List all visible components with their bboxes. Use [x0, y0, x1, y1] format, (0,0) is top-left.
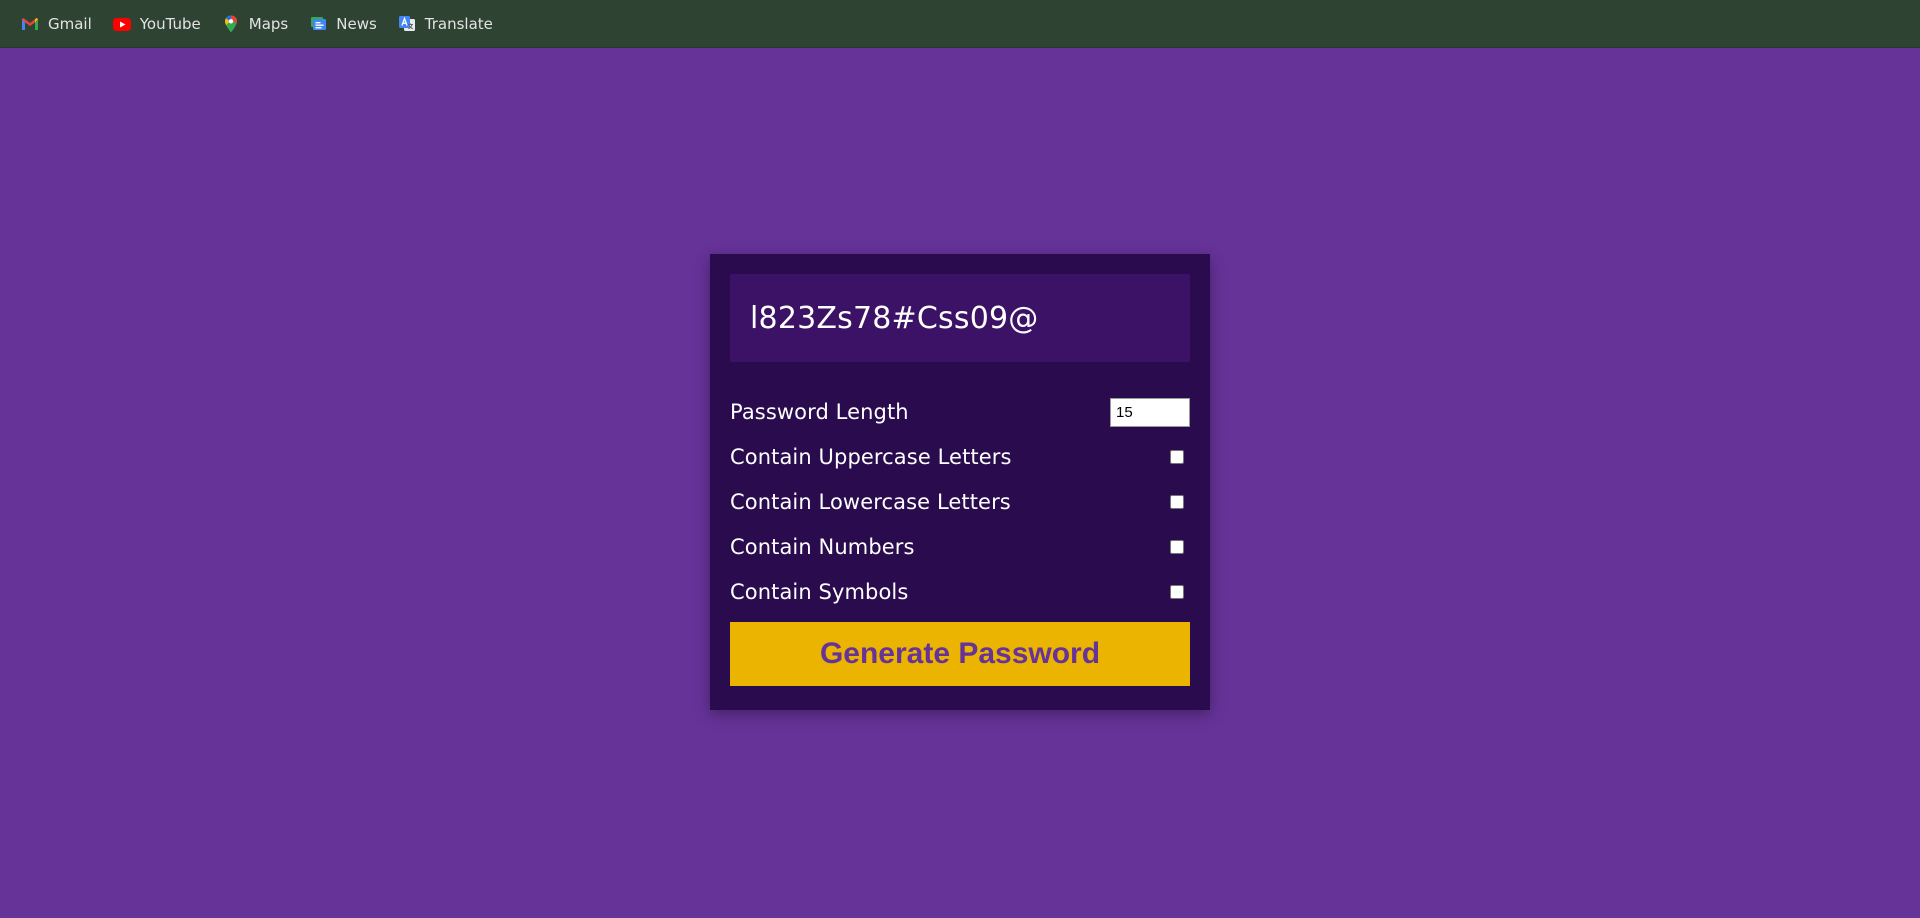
setting-symbols: Contain Symbols: [730, 577, 1190, 607]
bookmark-gmail[interactable]: Gmail: [14, 8, 98, 40]
bookmark-label: YouTube: [139, 14, 201, 33]
settings-list: Password Length Contain Uppercase Letter…: [730, 397, 1190, 607]
bookmark-news[interactable]: News: [302, 8, 383, 40]
lowercase-checkbox[interactable]: [1170, 495, 1184, 509]
bookmark-label: Gmail: [48, 14, 92, 33]
setting-label: Contain Uppercase Letters: [730, 445, 1012, 469]
setting-label: Contain Symbols: [730, 580, 909, 604]
setting-label: Contain Numbers: [730, 535, 915, 559]
gmail-icon: [20, 14, 40, 34]
setting-numbers: Contain Numbers: [730, 532, 1190, 562]
setting-password-length: Password Length: [730, 397, 1190, 427]
bookmark-label: Maps: [248, 14, 289, 33]
numbers-checkbox[interactable]: [1170, 540, 1184, 554]
setting-uppercase: Contain Uppercase Letters: [730, 442, 1190, 472]
setting-lowercase: Contain Lowercase Letters: [730, 487, 1190, 517]
generated-password-display: l823Zs78#Css09@: [730, 274, 1190, 362]
translate-icon: [397, 14, 417, 34]
setting-label: Password Length: [730, 400, 909, 424]
generate-password-button[interactable]: Generate Password: [730, 622, 1190, 686]
bookmark-youtube[interactable]: YouTube: [106, 8, 207, 40]
news-icon: [308, 14, 328, 34]
bookmark-translate[interactable]: Translate: [391, 8, 499, 40]
bookmark-maps[interactable]: Maps: [215, 8, 294, 40]
youtube-icon: [112, 14, 132, 34]
bookmark-label: News: [336, 14, 377, 33]
setting-label: Contain Lowercase Letters: [730, 490, 1011, 514]
bookmarks-bar: Gmail YouTube Maps News Translate: [0, 0, 1920, 48]
uppercase-checkbox[interactable]: [1170, 450, 1184, 464]
password-generator-card: l823Zs78#Css09@ Password Length Contain …: [710, 254, 1210, 710]
maps-icon: [221, 14, 241, 34]
symbols-checkbox[interactable]: [1170, 585, 1184, 599]
password-length-input[interactable]: [1110, 397, 1190, 427]
bookmark-label: Translate: [424, 14, 493, 33]
